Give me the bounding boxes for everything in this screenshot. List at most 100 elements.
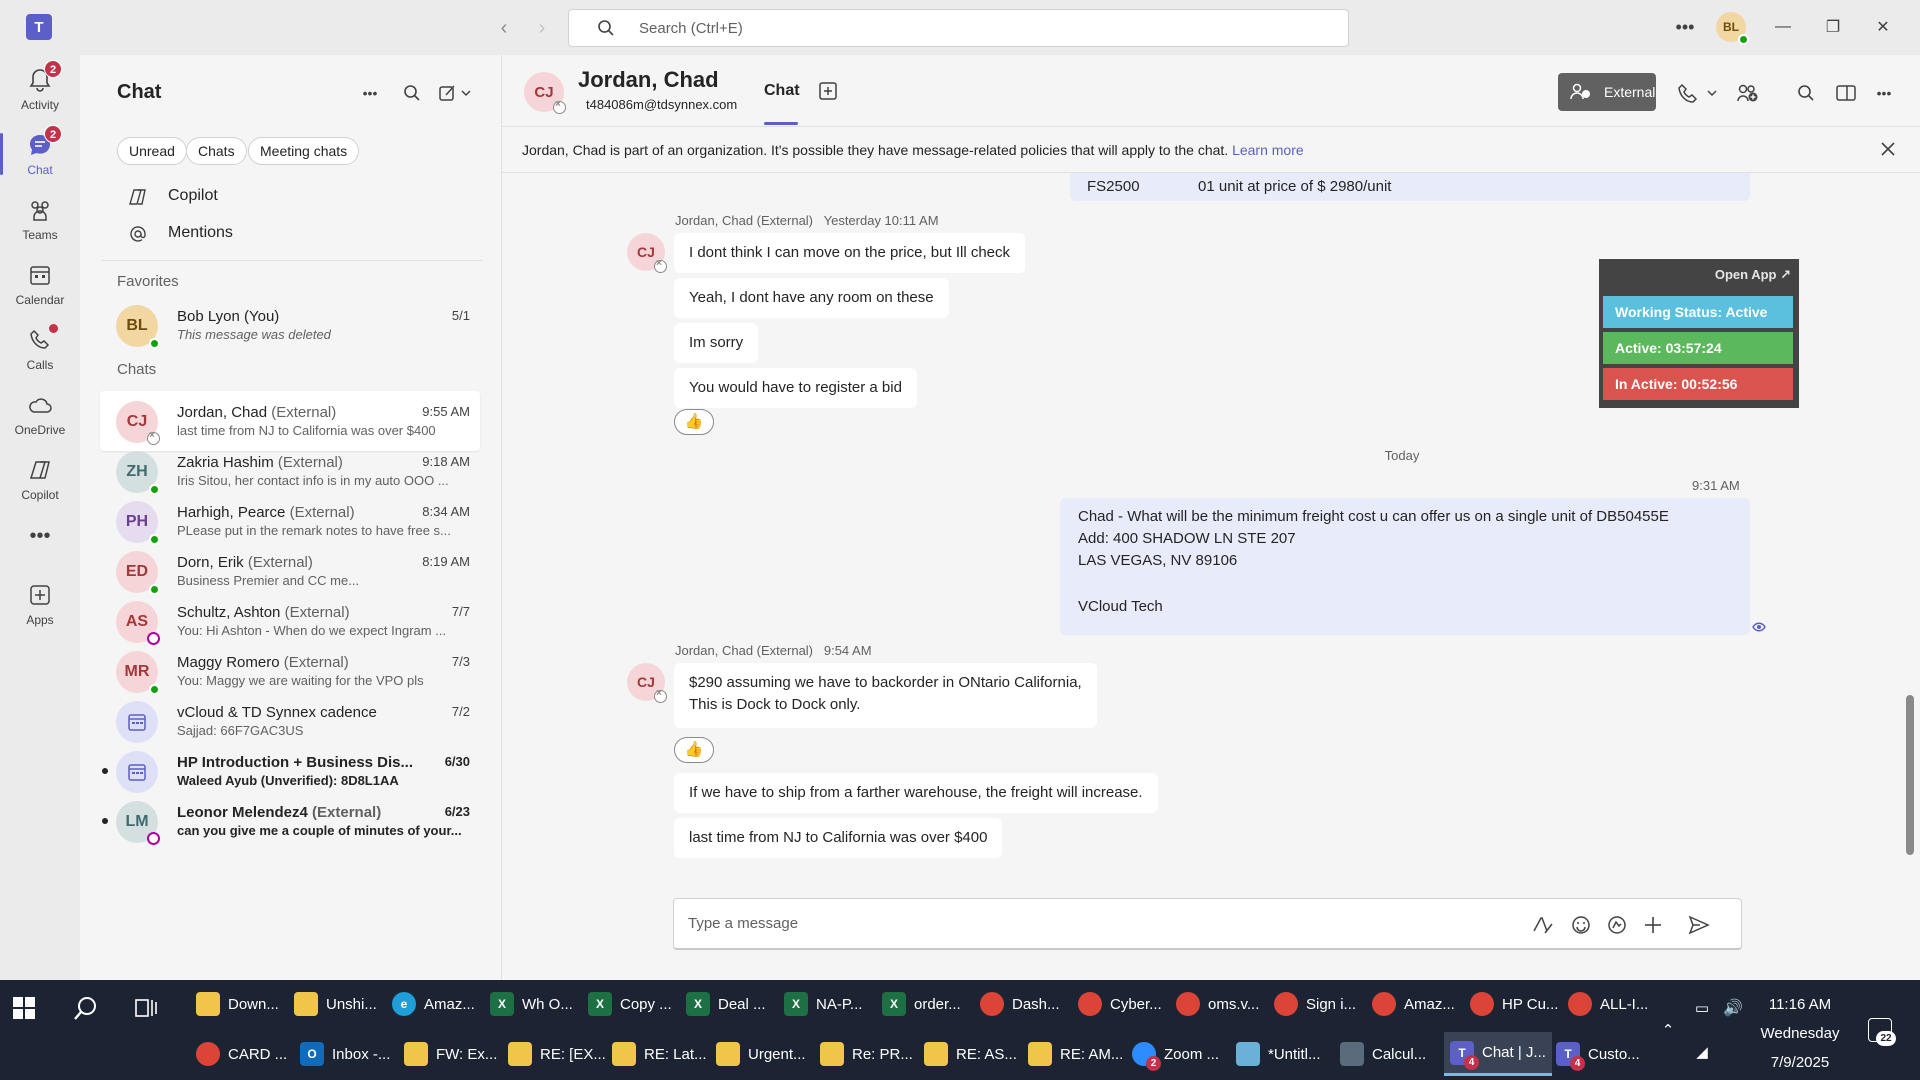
taskbar-app[interactable]: oms.v...: [1176, 982, 1259, 1026]
more-options-icon[interactable]: •••: [1670, 12, 1700, 42]
filter-unread[interactable]: Unread: [117, 137, 187, 165]
show-hidden-icons-chevron[interactable]: ⌃: [1656, 1008, 1680, 1052]
search-in-chat-icon[interactable]: [1792, 79, 1820, 107]
system-clock[interactable]: 11:16 AM Wednesday 7/9/2025: [1740, 990, 1860, 1077]
maximize-button[interactable]: ❐: [1818, 12, 1848, 42]
tab-chat[interactable]: Chat: [764, 82, 800, 100]
learn-more-link[interactable]: Learn more: [1232, 142, 1304, 158]
emoji-icon[interactable]: [1568, 912, 1594, 938]
taskbar-search-button[interactable]: [72, 986, 108, 1030]
taskbar-app-teams-active[interactable]: T 4 Chat | J...: [1444, 1032, 1552, 1076]
filter-meeting-chats[interactable]: Meeting chats: [248, 137, 360, 165]
rail-calendar[interactable]: Calendar: [0, 255, 80, 315]
taskbar-app[interactable]: Amaz...: [1372, 982, 1455, 1026]
taskbar-app[interactable]: X Copy ...: [588, 982, 672, 1026]
format-icon[interactable]: [1530, 912, 1556, 938]
taskbar-label: *Untitl...: [1268, 1045, 1321, 1063]
taskbar-app[interactable]: ALL-I...: [1568, 982, 1648, 1026]
taskbar-app[interactable]: RE: AM...: [1028, 1032, 1123, 1076]
chat-list-search-icon[interactable]: [398, 79, 426, 107]
taskbar-app[interactable]: e Amaz...: [392, 982, 475, 1026]
add-attachment-icon[interactable]: [1640, 912, 1666, 938]
taskbar-app[interactable]: *Untitl...: [1236, 1032, 1321, 1076]
close-icon[interactable]: [1880, 141, 1896, 157]
add-tab-icon[interactable]: [818, 81, 838, 101]
message-bubble[interactable]: Im sorry: [674, 323, 759, 363]
new-chat-icon[interactable]: [436, 79, 476, 107]
taskbar-app[interactable]: Calcul...: [1340, 1032, 1426, 1076]
minimize-button[interactable]: —: [1768, 12, 1798, 42]
chat-row-leonor-melendez[interactable]: LM Leonor Melendez4 (External) 6/23 can …: [100, 791, 480, 851]
message-bubble[interactable]: Yeah, I dont have any room on these: [674, 278, 949, 318]
message-bubble[interactable]: I dont think I can move on the price, bu…: [674, 233, 1026, 273]
taskbar-app[interactable]: O Inbox -...: [300, 1032, 390, 1076]
favorite-row-bob-lyon[interactable]: BL Bob Lyon (You) 5/1 This message was d…: [100, 295, 480, 355]
battery-icon[interactable]: ▭: [1688, 986, 1716, 1030]
taskbar-app[interactable]: HP Cu...: [1470, 982, 1558, 1026]
rail-activity[interactable]: 2 Activity: [0, 60, 80, 120]
back-arrow-icon[interactable]: ‹: [490, 14, 518, 42]
my-message-fragment[interactable]: FS2500 01 unit at price of $ 2980/unit: [1070, 173, 1750, 201]
taskbar-app[interactable]: Unshi...: [294, 982, 377, 1026]
chat-list-more-icon[interactable]: •••: [356, 79, 384, 107]
nav-mentions[interactable]: Mentions: [128, 220, 428, 248]
taskbar-app[interactable]: 2 Zoom ...: [1132, 1032, 1219, 1076]
search-input[interactable]: Search (Ctrl+E): [568, 9, 1349, 47]
rail-teams[interactable]: Teams: [0, 190, 80, 250]
compose-box[interactable]: Type a message: [673, 898, 1742, 950]
open-app-link[interactable]: Open App ↗: [1715, 267, 1791, 283]
rail-copilot[interactable]: Copilot: [0, 450, 80, 510]
my-message-bubble[interactable]: Chad - What will be the minimum freight …: [1060, 498, 1750, 635]
taskbar-app[interactable]: Xorder...: [882, 982, 961, 1026]
rail-calls[interactable]: Calls: [0, 320, 80, 380]
taskbar-app[interactable]: Urgent...: [716, 1032, 806, 1076]
forward-arrow-icon[interactable]: ›: [528, 14, 556, 42]
taskbar-app[interactable]: RE: AS...: [924, 1032, 1017, 1076]
network-icon[interactable]: ◢: [1688, 1030, 1716, 1074]
pop-out-icon[interactable]: [1832, 79, 1860, 107]
message-bubble[interactable]: You would have to register a bid: [674, 368, 917, 408]
conversation-pane: CJ Jordan, Chad t484086m@tdsynnex.com Ch…: [502, 55, 1920, 980]
teams-icon: T4: [1450, 1040, 1479, 1070]
message-input[interactable]: Type a message: [688, 915, 798, 932]
nav-copilot[interactable]: Copilot: [128, 183, 428, 211]
add-people-icon[interactable]: [1734, 79, 1762, 107]
taskbar-app[interactable]: Down...: [196, 982, 279, 1026]
external-button[interactable]: External: [1558, 73, 1656, 111]
taskbar-app[interactable]: Dash...: [980, 982, 1060, 1026]
teams-logo-icon[interactable]: T: [26, 14, 52, 40]
user-avatar[interactable]: BL: [1716, 12, 1749, 45]
taskbar-app[interactable]: X Deal ...: [686, 982, 766, 1026]
message-bubble[interactable]: If we have to ship from a farther wareho…: [674, 773, 1158, 813]
taskbar-app[interactable]: RE: Lat...: [612, 1032, 707, 1076]
taskbar-app[interactable]: CARD ...: [196, 1032, 287, 1076]
send-icon[interactable]: [1686, 912, 1712, 938]
rail-onedrive[interactable]: OneDrive: [0, 385, 80, 445]
message-bubble[interactable]: last time from NJ to California was over…: [674, 818, 1003, 858]
filter-chats[interactable]: Chats: [186, 137, 247, 165]
more-options-icon[interactable]: •••: [1870, 79, 1898, 107]
close-window-button[interactable]: ✕: [1868, 12, 1898, 42]
scrollbar[interactable]: [1906, 695, 1914, 855]
notification-center-button[interactable]: 22: [1864, 1008, 1904, 1052]
rail-chat[interactable]: 2 Chat: [0, 125, 80, 185]
contact-avatar[interactable]: CJ: [524, 72, 566, 114]
taskbar-app[interactable]: Re: PR...: [820, 1032, 913, 1076]
loop-icon[interactable]: [1604, 912, 1630, 938]
taskbar-app[interactable]: RE: [EX...: [508, 1032, 606, 1076]
taskbar-app[interactable]: T 4 Custo...: [1556, 1032, 1640, 1076]
taskbar-app[interactable]: Sign i...: [1274, 982, 1356, 1026]
thumbs-up-reaction[interactable]: 👍: [674, 737, 714, 763]
call-icon[interactable]: [1678, 79, 1726, 107]
taskbar-app[interactable]: Cyber...: [1078, 982, 1162, 1026]
thumbs-up-reaction[interactable]: 👍: [674, 409, 714, 435]
taskbar-app[interactable]: X Wh O...: [490, 982, 573, 1026]
start-button[interactable]: [12, 986, 48, 1030]
rail-more-apps[interactable]: •••: [0, 525, 80, 555]
message-bubble[interactable]: $290 assuming we have to backorder in ON…: [674, 663, 1097, 728]
taskbar-app[interactable]: X NA-P...: [784, 982, 862, 1026]
taskbar-app[interactable]: FW: Ex...: [404, 1032, 497, 1076]
task-view-button[interactable]: [134, 986, 170, 1030]
rail-apps[interactable]: Apps: [0, 575, 80, 635]
chat-icon: 2: [26, 125, 62, 159]
